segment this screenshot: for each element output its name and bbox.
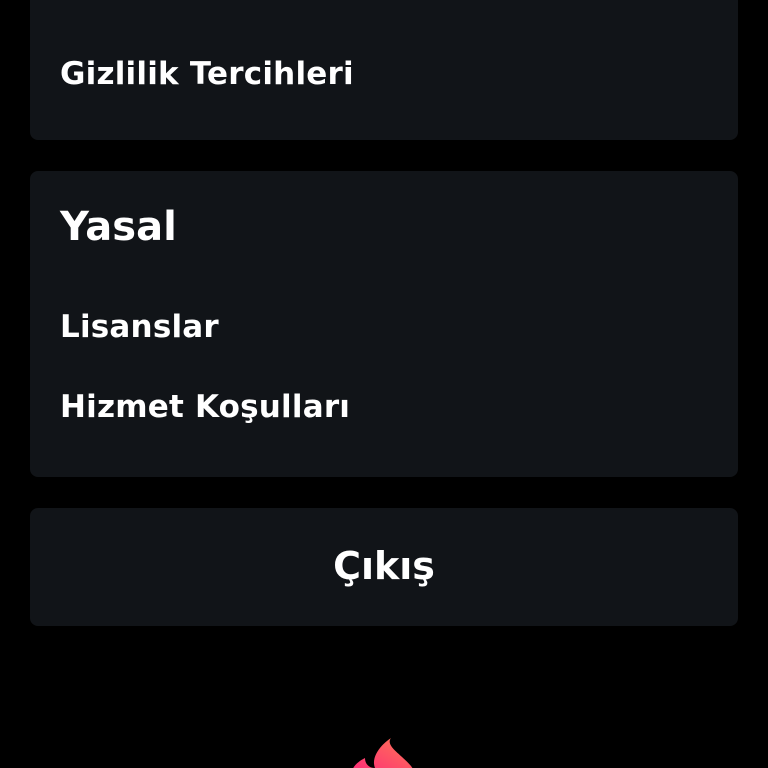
terms-of-service-item[interactable]: Hizmet Koşulları <box>60 389 350 425</box>
privacy-section-card: Gizlilik Tercihleri <box>30 0 738 140</box>
flame-icon <box>353 738 413 768</box>
legal-section-title: Yasal <box>60 204 177 250</box>
licenses-item[interactable]: Lisanslar <box>60 309 219 345</box>
legal-section-card: Yasal Lisanslar Hizmet Koşulları <box>30 171 738 477</box>
privacy-preferences-item[interactable]: Gizlilik Tercihleri <box>60 56 354 92</box>
logout-button[interactable]: Çıkış <box>30 508 738 626</box>
logout-label: Çıkış <box>333 544 435 588</box>
